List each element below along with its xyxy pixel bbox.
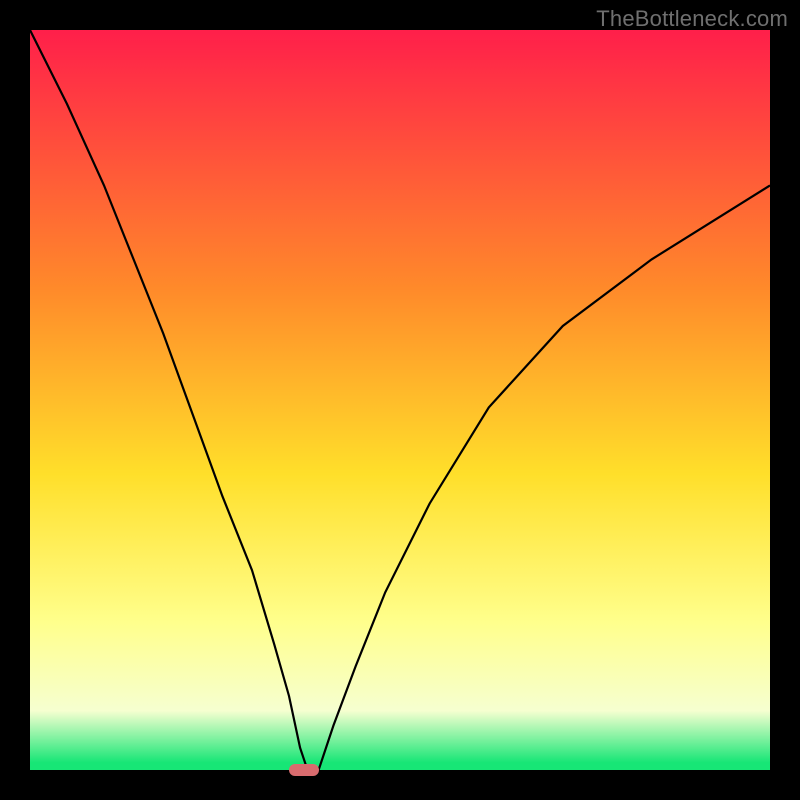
- bottleneck-curve: [30, 30, 770, 770]
- outer-frame: TheBottleneck.com: [0, 0, 800, 800]
- plot-area: [30, 30, 770, 770]
- optimal-marker: [289, 764, 319, 776]
- watermark-label: TheBottleneck.com: [596, 6, 788, 32]
